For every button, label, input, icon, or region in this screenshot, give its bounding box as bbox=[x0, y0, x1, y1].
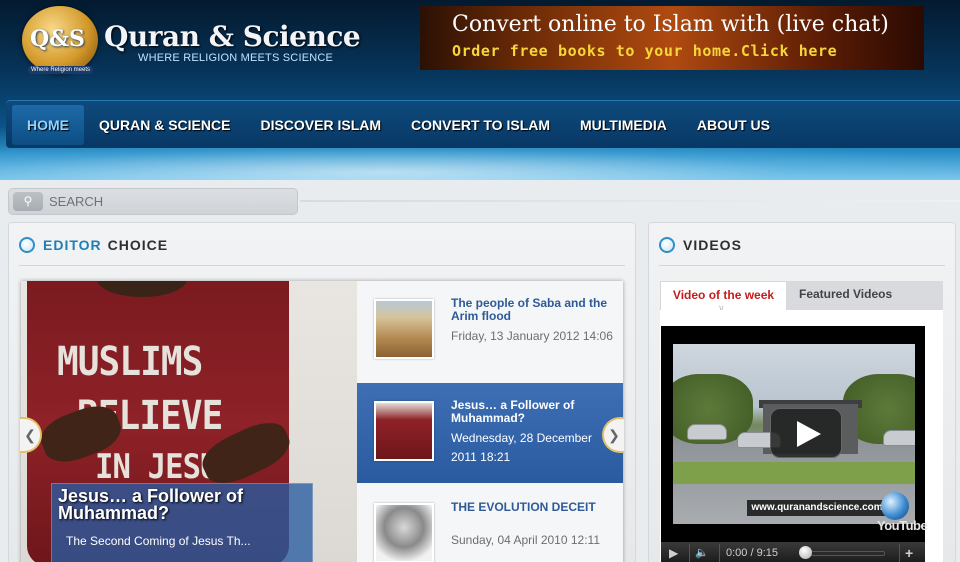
search-icon[interactable]: ⚲ bbox=[13, 192, 43, 211]
site-title[interactable]: Quran & Science bbox=[104, 20, 361, 53]
heading-main: VIDEOS bbox=[683, 237, 742, 253]
divider bbox=[300, 200, 960, 202]
divider bbox=[899, 544, 900, 562]
slide-list: The people of Saba and the Arim flood Fr… bbox=[357, 281, 623, 562]
site-header: Q&S Where Religion meets Quran & Science… bbox=[0, 0, 960, 180]
car bbox=[687, 424, 727, 440]
volume-icon[interactable]: 🔈 bbox=[695, 542, 709, 562]
progress-handle[interactable] bbox=[799, 546, 812, 559]
nav-item-about-us[interactable]: ABOUT US bbox=[682, 105, 785, 145]
nav-item-multimedia[interactable]: MULTIMEDIA bbox=[565, 105, 682, 145]
slide-item-date: Friday, 13 January 2012 14:06 bbox=[451, 329, 613, 343]
youtube-logo[interactable]: YouTube bbox=[877, 518, 928, 533]
logo-badge-text: Q&S bbox=[30, 26, 85, 52]
video-player[interactable]: www.quranandscience.com YouTube bbox=[661, 326, 928, 542]
shirt-text-line: MUSLIMS bbox=[57, 339, 203, 385]
play-button[interactable] bbox=[770, 408, 842, 458]
convert-banner[interactable]: Convert online to Islam with (live chat)… bbox=[420, 6, 924, 70]
divider bbox=[719, 544, 720, 562]
play-icon[interactable]: ▶ bbox=[669, 542, 678, 562]
car bbox=[883, 430, 915, 446]
slide-item-date: Wednesday, 28 December 2011 18:21 bbox=[451, 431, 592, 464]
editor-slider: MUSLIMS BELIEVE IN JESUS Jesus… a Follow… bbox=[21, 281, 623, 562]
logo-badge-subtitle: Where Religion meets bbox=[28, 66, 94, 74]
globe-icon bbox=[881, 492, 909, 520]
slide-item[interactable]: THE EVOLUTION DECEIT Sunday, 04 April 20… bbox=[357, 485, 623, 562]
progress-bar[interactable] bbox=[801, 551, 885, 556]
videos-heading: VIDEOS bbox=[659, 235, 742, 255]
bullet-icon bbox=[659, 237, 675, 253]
video-time: 0:00 / 9:15 bbox=[726, 547, 778, 559]
divider bbox=[659, 265, 945, 266]
featured-caption[interactable]: Jesus… a Follower of Muhammad? The Secon… bbox=[51, 483, 313, 562]
heading-main: CHOICE bbox=[107, 237, 169, 253]
search-input[interactable] bbox=[47, 191, 295, 212]
nav-item-convert-to-islam[interactable]: CONVERT TO ISLAM bbox=[396, 105, 565, 145]
nav-item-discover-islam[interactable]: DISCOVER ISLAM bbox=[245, 105, 396, 145]
featured-title[interactable]: Jesus… a Follower of Muhammad? bbox=[58, 487, 312, 522]
search-bar: ⚲ bbox=[8, 188, 298, 215]
divider bbox=[689, 544, 690, 562]
heading-accent: EDITOR bbox=[43, 237, 102, 253]
lawn bbox=[673, 462, 915, 484]
tab-featured-videos[interactable]: Featured Videos bbox=[799, 281, 892, 310]
slide-item-date: Sunday, 04 April 2010 12:11 bbox=[451, 533, 601, 547]
main-nav: HOME QURAN & SCIENCE DISCOVER ISLAM CONV… bbox=[6, 100, 960, 148]
thumbnail bbox=[374, 299, 434, 359]
slide-item-title[interactable]: Jesus… a Follower of Muhammad? bbox=[451, 399, 621, 425]
video-thumbnail[interactable] bbox=[673, 344, 915, 524]
play-icon bbox=[797, 421, 821, 447]
site-tagline: WHERE RELIGION MEETS SCIENCE bbox=[138, 52, 334, 64]
slide-item[interactable]: The people of Saba and the Arim flood Fr… bbox=[357, 281, 623, 381]
divider bbox=[19, 265, 625, 266]
video-tabs: Video of the week ∨ Featured Videos bbox=[660, 281, 943, 313]
featured-image[interactable]: MUSLIMS BELIEVE IN JESUS Jesus… a Follow… bbox=[21, 281, 357, 562]
editor-choice-heading: EDITOR CHOICE bbox=[19, 235, 168, 255]
video-watermark: www.quranandscience.com bbox=[747, 500, 887, 516]
neck bbox=[97, 281, 187, 297]
banner-subline: Order free books to your home.Click here bbox=[452, 42, 838, 60]
video-controls: ▶ 🔈 0:00 / 9:15 + bbox=[661, 542, 925, 562]
thumbnail bbox=[374, 401, 434, 461]
slide-item[interactable]: Jesus… a Follower of Muhammad? Wednesday… bbox=[357, 383, 623, 483]
nav-item-home[interactable]: HOME bbox=[12, 104, 84, 145]
plus-icon[interactable]: + bbox=[905, 542, 913, 562]
banner-headline: Convert online to Islam with (live chat) bbox=[452, 12, 889, 37]
featured-excerpt: The Second Coming of Jesus Th... bbox=[66, 534, 251, 548]
bullet-icon bbox=[19, 237, 35, 253]
slide-item-title[interactable]: THE EVOLUTION DECEIT bbox=[451, 501, 621, 514]
thumbnail bbox=[374, 503, 434, 562]
slide-item-title[interactable]: The people of Saba and the Arim flood bbox=[451, 297, 621, 323]
nav-item-quran-science[interactable]: QURAN & SCIENCE bbox=[84, 105, 245, 145]
